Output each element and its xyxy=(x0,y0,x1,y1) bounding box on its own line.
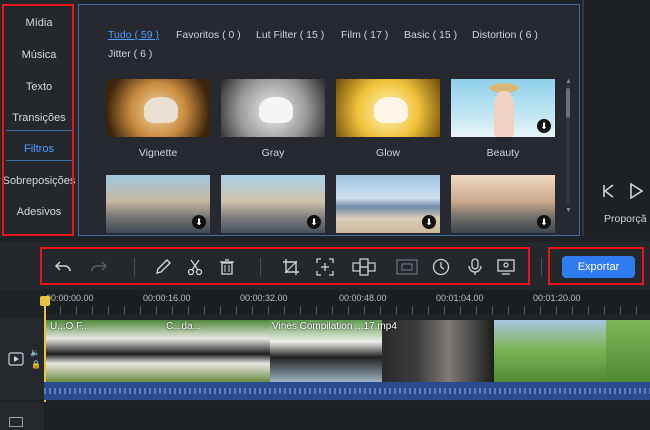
zoom-icon[interactable] xyxy=(316,258,334,276)
clip-title: C...da... xyxy=(166,321,202,332)
video-clip-5[interactable] xyxy=(494,320,606,382)
video-track-icon xyxy=(8,352,24,366)
play-icon[interactable] xyxy=(628,183,644,199)
clip-title: Vines Compilation ...17.mp4 xyxy=(272,321,397,332)
track-icon xyxy=(9,417,23,427)
preview-panel: Proporçã xyxy=(582,0,650,236)
cat-illustration xyxy=(374,97,408,123)
filter-label-vignette: Vignette xyxy=(138,147,178,159)
ruler-tick-label: 00:01:04.00 xyxy=(436,293,484,303)
cat-illustration xyxy=(144,97,178,123)
video-clip-4[interactable] xyxy=(382,320,494,382)
tab-jitter[interactable]: Jitter ( 6 ) xyxy=(108,48,152,60)
freeze-frame-icon[interactable] xyxy=(396,258,418,276)
lock-icon[interactable]: 🔒 xyxy=(31,360,41,369)
ruler-tick-label: 00:00:32.00 xyxy=(240,293,288,303)
undo-icon[interactable] xyxy=(54,258,72,276)
filter-scrollbar-thumb[interactable] xyxy=(566,88,570,118)
download-icon[interactable]: ⬇ xyxy=(537,119,551,133)
tab-tudo[interactable]: Tudo ( 59 ) xyxy=(108,29,159,41)
toolbar-separator xyxy=(260,258,261,276)
playhead-handle[interactable] xyxy=(40,296,50,306)
toolbar-separator xyxy=(134,258,135,276)
active-divider-bottom xyxy=(6,160,72,161)
scroll-up-icon[interactable]: ▲ xyxy=(565,78,572,85)
mosaic-icon[interactable] xyxy=(352,258,376,276)
redo-icon[interactable] xyxy=(90,258,108,276)
tab-lut-filter[interactable]: Lut Filter ( 15 ) xyxy=(256,29,324,41)
download-icon[interactable]: ⬇ xyxy=(422,215,436,229)
cut-icon[interactable] xyxy=(186,258,204,276)
tab-favoritos[interactable]: Favoritos ( 0 ) xyxy=(176,29,241,41)
filter-thumb-6[interactable]: ⬇ xyxy=(221,175,325,233)
tab-distortion[interactable]: Distortion ( 6 ) xyxy=(472,29,538,41)
second-track xyxy=(0,403,650,430)
filter-thumb-gray[interactable] xyxy=(221,79,325,137)
video-clip-6[interactable] xyxy=(606,320,650,382)
tab-film[interactable]: Film ( 17 ) xyxy=(341,29,388,41)
sidebar-item-midia[interactable]: Mídia xyxy=(0,17,78,29)
edit-icon[interactable] xyxy=(154,258,172,276)
filter-label-gray: Gray xyxy=(261,147,285,159)
filter-thumb-8[interactable]: ⬇ xyxy=(451,175,555,233)
sidebar-item-transicoes[interactable]: Transições xyxy=(0,112,78,124)
voiceover-icon[interactable] xyxy=(466,258,484,276)
woman-illustration xyxy=(494,91,514,137)
speaker-icon[interactable]: 🔈 xyxy=(30,348,40,357)
sidebar-item-texto[interactable]: Texto xyxy=(0,81,78,93)
filter-label-beauty: Beauty xyxy=(486,147,520,159)
ruler-tick-label: 00:00:00.00 xyxy=(46,293,94,303)
sidebar: Mídia Música Texto Transições Filtros So… xyxy=(0,0,78,236)
sidebar-item-filtros[interactable]: Filtros xyxy=(0,143,78,155)
preview-divider xyxy=(582,0,584,236)
filter-label-glow: Glow xyxy=(376,147,400,159)
waveform-bars xyxy=(44,388,650,394)
filter-thumb-vignette[interactable] xyxy=(106,79,210,137)
delete-icon[interactable] xyxy=(218,258,236,276)
export-button[interactable]: Exportar xyxy=(562,256,635,278)
active-divider-top xyxy=(6,130,72,131)
record-screen-icon[interactable] xyxy=(497,258,515,276)
download-icon[interactable]: ⬇ xyxy=(307,215,321,229)
filter-thumb-7[interactable]: ⬇ xyxy=(336,175,440,233)
ruler-ticks xyxy=(44,306,650,314)
sidebar-item-adesivos[interactable]: Adesivos xyxy=(0,206,78,218)
crop-icon[interactable] xyxy=(282,258,300,276)
video-track-header: 🔈 🔒 xyxy=(0,318,44,400)
ruler-tick-label: 00:01:20.00 xyxy=(533,293,581,303)
filter-thumb-beauty[interactable]: ⬇ xyxy=(451,79,555,137)
audio-waveform[interactable] xyxy=(44,382,650,400)
sidebar-item-musica[interactable]: Música xyxy=(0,49,78,61)
previous-frame-icon[interactable] xyxy=(602,183,616,199)
aspect-ratio-label[interactable]: Proporçã xyxy=(604,213,647,225)
scroll-down-icon[interactable]: ▼ xyxy=(565,207,572,214)
filter-thumb-5[interactable]: ⬇ xyxy=(106,175,210,233)
toolbar-separator xyxy=(541,258,542,276)
ruler-tick-label: 00:00:16.00 xyxy=(143,293,191,303)
ruler-tick-label: 00:00:48.00 xyxy=(339,293,387,303)
tab-basic[interactable]: Basic ( 15 ) xyxy=(404,29,457,41)
sidebar-item-sobreposicoes[interactable]: Sobreposições xyxy=(0,175,78,187)
filter-thumb-glow[interactable] xyxy=(336,79,440,137)
download-icon[interactable]: ⬇ xyxy=(192,215,206,229)
cat-illustration xyxy=(259,97,293,123)
download-icon[interactable]: ⬇ xyxy=(537,215,551,229)
clip-title: U...O F... xyxy=(50,321,90,332)
duration-icon[interactable] xyxy=(432,258,450,276)
